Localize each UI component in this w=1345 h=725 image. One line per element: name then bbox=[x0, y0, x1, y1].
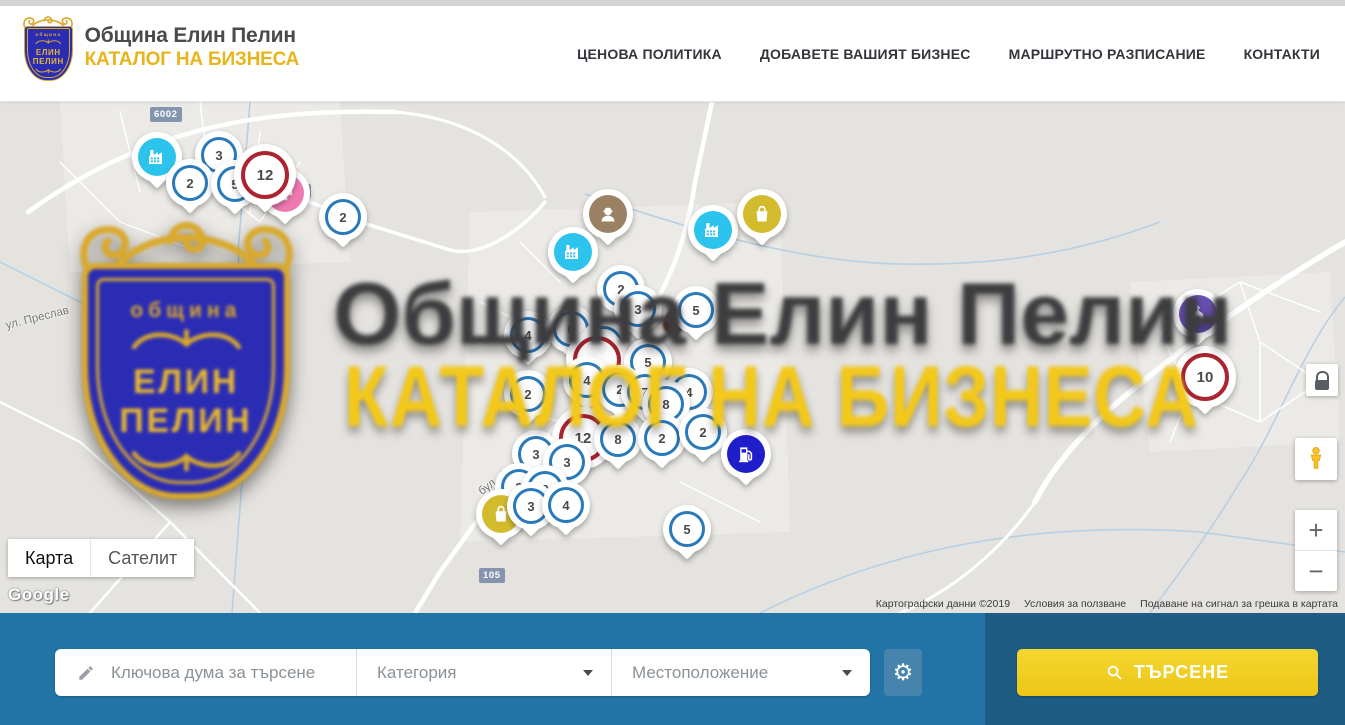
cluster-count: 4 bbox=[562, 498, 569, 513]
road-badge: 105 bbox=[479, 568, 505, 583]
watermark-subtitle: КАТАЛОГ НА БИЗНЕСА bbox=[344, 354, 1199, 440]
zoom-out-button[interactable]: − bbox=[1295, 551, 1337, 591]
cluster-count: 3 bbox=[215, 148, 222, 163]
emblem-flourish bbox=[121, 323, 252, 363]
factory-icon bbox=[701, 218, 725, 242]
site-header: община ЕЛИН ПЕЛИН Община Елин Пелин КАТА… bbox=[0, 6, 1345, 102]
terms-link[interactable]: Условия за ползване bbox=[1024, 598, 1126, 610]
emblem-flourish bbox=[121, 440, 252, 480]
keyword-segment bbox=[55, 649, 357, 696]
cluster-count: 5 bbox=[683, 522, 690, 537]
map-type-satellite-button[interactable]: Сателит bbox=[90, 539, 194, 577]
site-logo[interactable]: община ЕЛИН ПЕЛИН Община Елин Пелин КАТА… bbox=[24, 14, 299, 81]
chevron-down-icon bbox=[583, 670, 593, 676]
chevron-down-icon bbox=[842, 670, 852, 676]
emblem-region-label: община bbox=[130, 299, 241, 323]
site-title: Община Елин Пелин bbox=[85, 24, 300, 48]
location-dropdown-label: Местоположение bbox=[632, 663, 768, 683]
shopping-bag-icon bbox=[750, 202, 774, 226]
cluster-count: 3 bbox=[563, 455, 570, 470]
search-panel: Категория Местоположение ⚙ ТЪРСЕНЕ bbox=[0, 613, 1345, 725]
nav-route-schedule[interactable]: МАРШРУТНО РАЗПИСАНИЕ bbox=[1009, 46, 1206, 62]
google-logo[interactable]: Google bbox=[8, 585, 70, 605]
municipality-emblem-logo: община ЕЛИН ПЕЛИН bbox=[24, 14, 73, 81]
search-bar: Категория Местоположение bbox=[55, 649, 870, 696]
site-subtitle: КАТАЛОГ НА БИЗНЕСА bbox=[85, 49, 300, 71]
search-button-label: ТЪРСЕНЕ bbox=[1134, 662, 1229, 683]
nav-add-your-business[interactable]: ДОБАВЕТЕ ВАШИЯТ БИЗНЕС bbox=[760, 46, 971, 62]
watermark-emblem: община ЕЛИН ПЕЛИН bbox=[82, 214, 290, 499]
nav-pricing-policy[interactable]: ЦЕНОВА ПОЛИТИКА bbox=[577, 46, 722, 62]
pencil-icon bbox=[77, 664, 95, 682]
cluster-count: 12 bbox=[257, 167, 274, 184]
cluster-marker[interactable]: 4 bbox=[542, 481, 590, 529]
report-error-link[interactable]: Подаване на сигнал за грешка в картата bbox=[1140, 598, 1338, 610]
emblem-name-line2: ПЕЛИН bbox=[33, 57, 64, 66]
emblem-name-line2: ПЕЛИН bbox=[119, 402, 252, 441]
road-badge: 6002 bbox=[150, 107, 182, 122]
cluster-marker[interactable]: 12 bbox=[234, 144, 296, 206]
worker-marker[interactable] bbox=[583, 189, 633, 239]
keyword-search-input[interactable] bbox=[109, 662, 356, 684]
location-dropdown[interactable]: Местоположение bbox=[612, 649, 870, 696]
cluster-marker[interactable]: 2 bbox=[166, 159, 214, 207]
map-type-map-button[interactable]: Карта bbox=[8, 539, 90, 577]
google-map[interactable]: 6002105ул. Преславбул. „Новосел 32512223… bbox=[0, 102, 1345, 613]
cluster-count: 10 bbox=[1197, 369, 1214, 386]
factory-icon bbox=[561, 240, 585, 264]
map-copyright: Картографски данни ©2019 bbox=[876, 598, 1010, 610]
cluster-count: 2 bbox=[186, 176, 193, 191]
emblem-flourish bbox=[33, 38, 64, 47]
main-nav: ЦЕНОВА ПОЛИТИКА ДОБАВЕТЕ ВАШИЯТ БИЗНЕС М… bbox=[577, 6, 1320, 101]
shopping-bag-marker[interactable] bbox=[737, 189, 787, 239]
gear-icon: ⚙ bbox=[893, 659, 914, 686]
worker-icon bbox=[596, 202, 620, 226]
emblem-flourish bbox=[33, 66, 64, 75]
category-dropdown[interactable]: Категория bbox=[357, 649, 612, 696]
fuel-pump-icon bbox=[734, 442, 758, 466]
map-attribution: Картографски данни ©2019 Условия за полз… bbox=[876, 598, 1338, 610]
zoom-in-button[interactable]: + bbox=[1295, 510, 1337, 551]
cluster-marker[interactable]: 5 bbox=[663, 505, 711, 553]
cluster-count: 3 bbox=[532, 447, 539, 462]
category-dropdown-label: Категория bbox=[377, 663, 456, 683]
pegman-icon bbox=[1303, 445, 1329, 474]
nav-contacts[interactable]: КОНТАКТИ bbox=[1244, 46, 1320, 62]
cluster-marker[interactable]: 2 bbox=[319, 193, 367, 241]
lock-button[interactable] bbox=[1306, 364, 1338, 396]
street-view-pegman-button[interactable] bbox=[1295, 438, 1337, 480]
search-icon bbox=[1106, 664, 1123, 681]
advanced-settings-button[interactable]: ⚙ bbox=[884, 649, 922, 696]
map-type-control: Карта Сателит bbox=[8, 539, 194, 577]
emblem-shield: община ЕЛИН ПЕЛИН bbox=[24, 26, 73, 81]
watermark-title: Община Елин Пелин bbox=[333, 270, 1232, 358]
search-button[interactable]: ТЪРСЕНЕ bbox=[1017, 649, 1318, 696]
factory-marker[interactable] bbox=[688, 205, 738, 255]
emblem-shield: община ЕЛИН ПЕЛИН bbox=[82, 263, 290, 499]
cluster-count: 2 bbox=[339, 210, 346, 225]
emblem-name-line1: ЕЛИН bbox=[133, 363, 239, 402]
factory-icon bbox=[145, 145, 169, 169]
zoom-control: + − bbox=[1295, 510, 1337, 591]
cluster-count: 3 bbox=[527, 499, 534, 514]
emblem-name-line1: ЕЛИН bbox=[36, 48, 61, 57]
